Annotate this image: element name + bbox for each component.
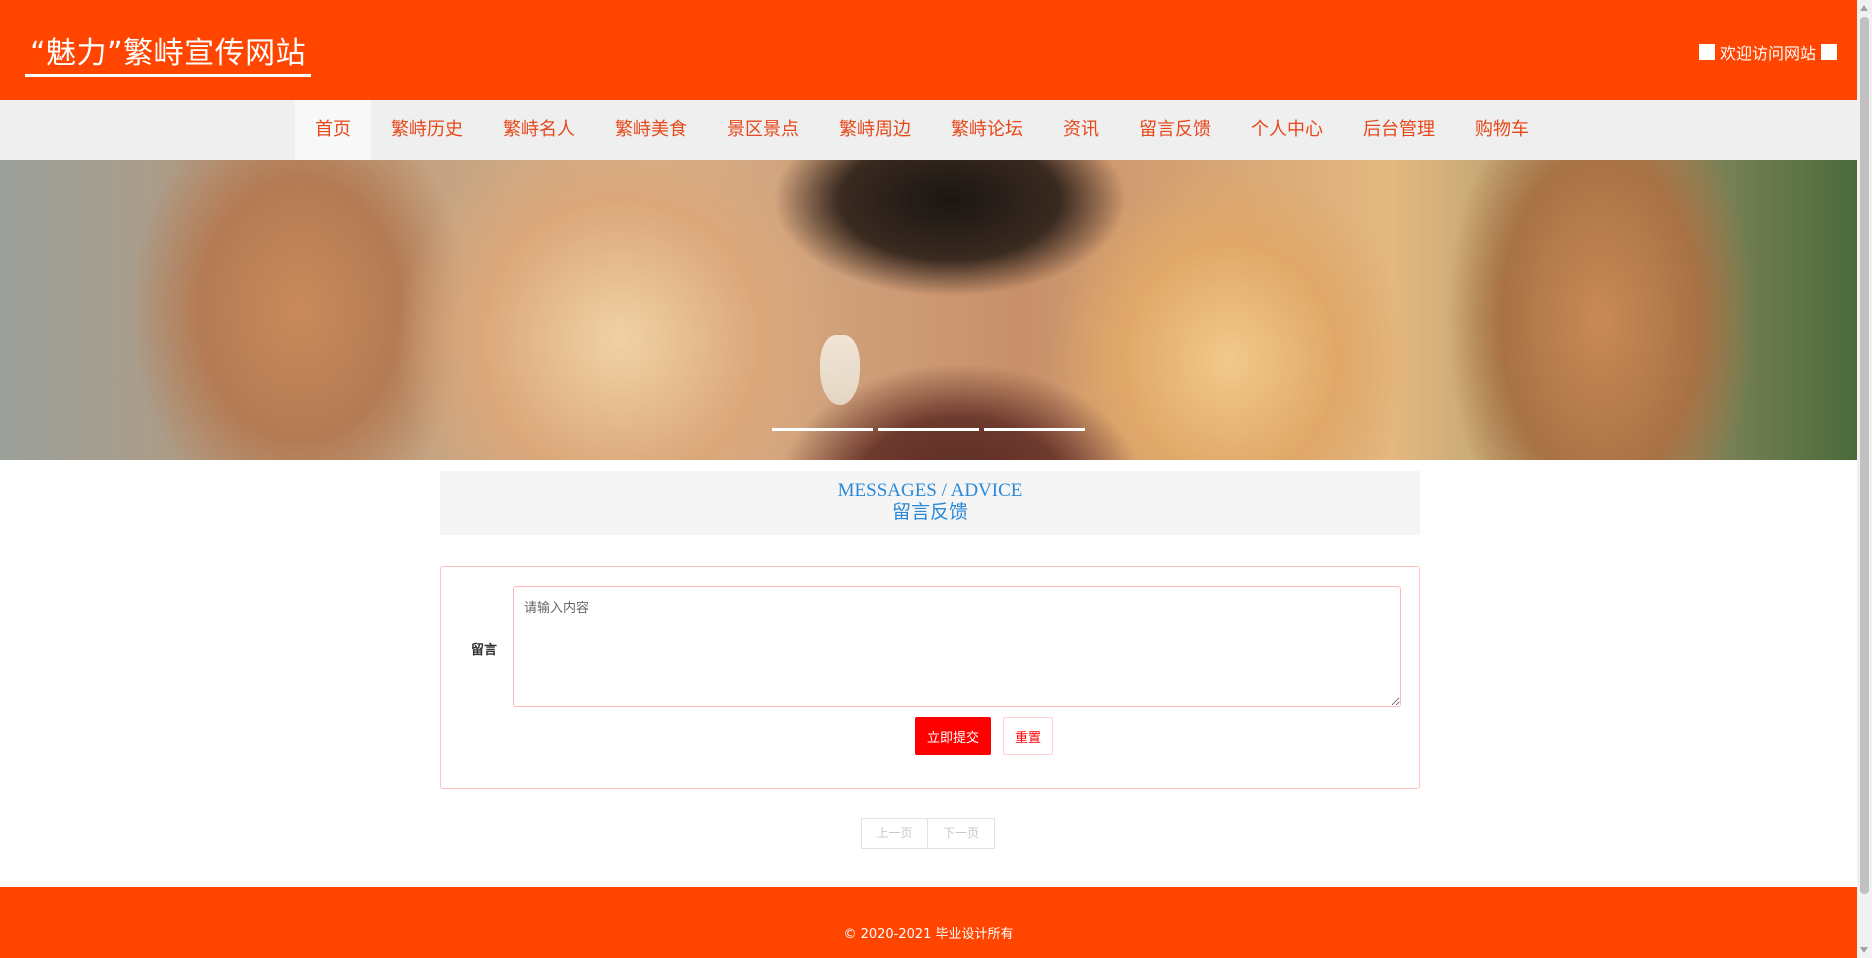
scrollbar-thumb[interactable] xyxy=(1860,17,1869,894)
nav-item-feedback[interactable]: 留言反馈 xyxy=(1119,100,1231,160)
nav-item-forum[interactable]: 繁峙论坛 xyxy=(931,100,1043,160)
welcome-banner: 欢迎访问网站 xyxy=(1698,40,1837,64)
prev-page-button[interactable]: 上一页 xyxy=(861,818,928,849)
site-footer: © 2020-2021 毕业设计所有 xyxy=(0,887,1857,958)
pagination: 上一页 下一页 xyxy=(861,818,995,849)
square-icon xyxy=(1698,44,1715,60)
message-form: 留言 立即提交 重置 xyxy=(440,566,1420,789)
message-textarea[interactable] xyxy=(513,586,1401,707)
welcome-text: 欢迎访问网站 xyxy=(1719,44,1816,63)
section-title-en: MESSAGES / ADVICE xyxy=(837,480,1023,501)
copyright-text: © 2020-2021 毕业设计所有 xyxy=(843,927,1014,942)
submit-button[interactable]: 立即提交 xyxy=(915,717,991,755)
carousel-indicators xyxy=(772,428,1085,431)
section-title-cn: 留言反馈 xyxy=(891,501,968,523)
nav-item-profile[interactable]: 个人中心 xyxy=(1231,100,1343,160)
scroll-up-arrow-icon[interactable] xyxy=(1860,5,1868,11)
nav-item-surroundings[interactable]: 繁峙周边 xyxy=(819,100,931,160)
carousel-indicator-2[interactable] xyxy=(878,428,979,431)
carousel-indicator-1[interactable] xyxy=(772,428,873,431)
reset-button[interactable]: 重置 xyxy=(1003,717,1053,755)
message-label: 留言 xyxy=(471,643,498,658)
carousel-indicator-3[interactable] xyxy=(984,428,1085,431)
hero-banner-image xyxy=(0,160,1857,460)
vertical-scrollbar[interactable] xyxy=(1857,0,1872,958)
banner-photo-detail xyxy=(820,335,860,405)
nav-item-scenic-spots[interactable]: 景区景点 xyxy=(707,100,819,160)
section-heading: MESSAGES / ADVICE 留言反馈 xyxy=(440,471,1420,535)
square-icon xyxy=(1821,44,1837,60)
nav-item-home[interactable]: 首页 xyxy=(295,100,371,160)
nav-item-news[interactable]: 资讯 xyxy=(1043,100,1119,160)
page: “魅力”繁峙宣传网站 欢迎访问网站 首页 繁峙历史 繁峙名人 繁峙美食 景区景点… xyxy=(0,0,1857,958)
site-title[interactable]: “魅力”繁峙宣传网站 xyxy=(25,28,312,77)
scroll-down-arrow-icon[interactable] xyxy=(1860,947,1868,953)
nav-item-history[interactable]: 繁峙历史 xyxy=(371,100,483,160)
next-page-button[interactable]: 下一页 xyxy=(928,818,995,849)
site-header: “魅力”繁峙宣传网站 欢迎访问网站 xyxy=(0,0,1857,100)
nav-item-cart[interactable]: 购物车 xyxy=(1455,100,1549,160)
nav-item-admin[interactable]: 后台管理 xyxy=(1343,100,1455,160)
nav-item-celebrities[interactable]: 繁峙名人 xyxy=(483,100,595,160)
nav-item-food[interactable]: 繁峙美食 xyxy=(595,100,707,160)
main-nav: 首页 繁峙历史 繁峙名人 繁峙美食 景区景点 繁峙周边 繁峙论坛 资讯 留言反馈… xyxy=(0,100,1857,160)
